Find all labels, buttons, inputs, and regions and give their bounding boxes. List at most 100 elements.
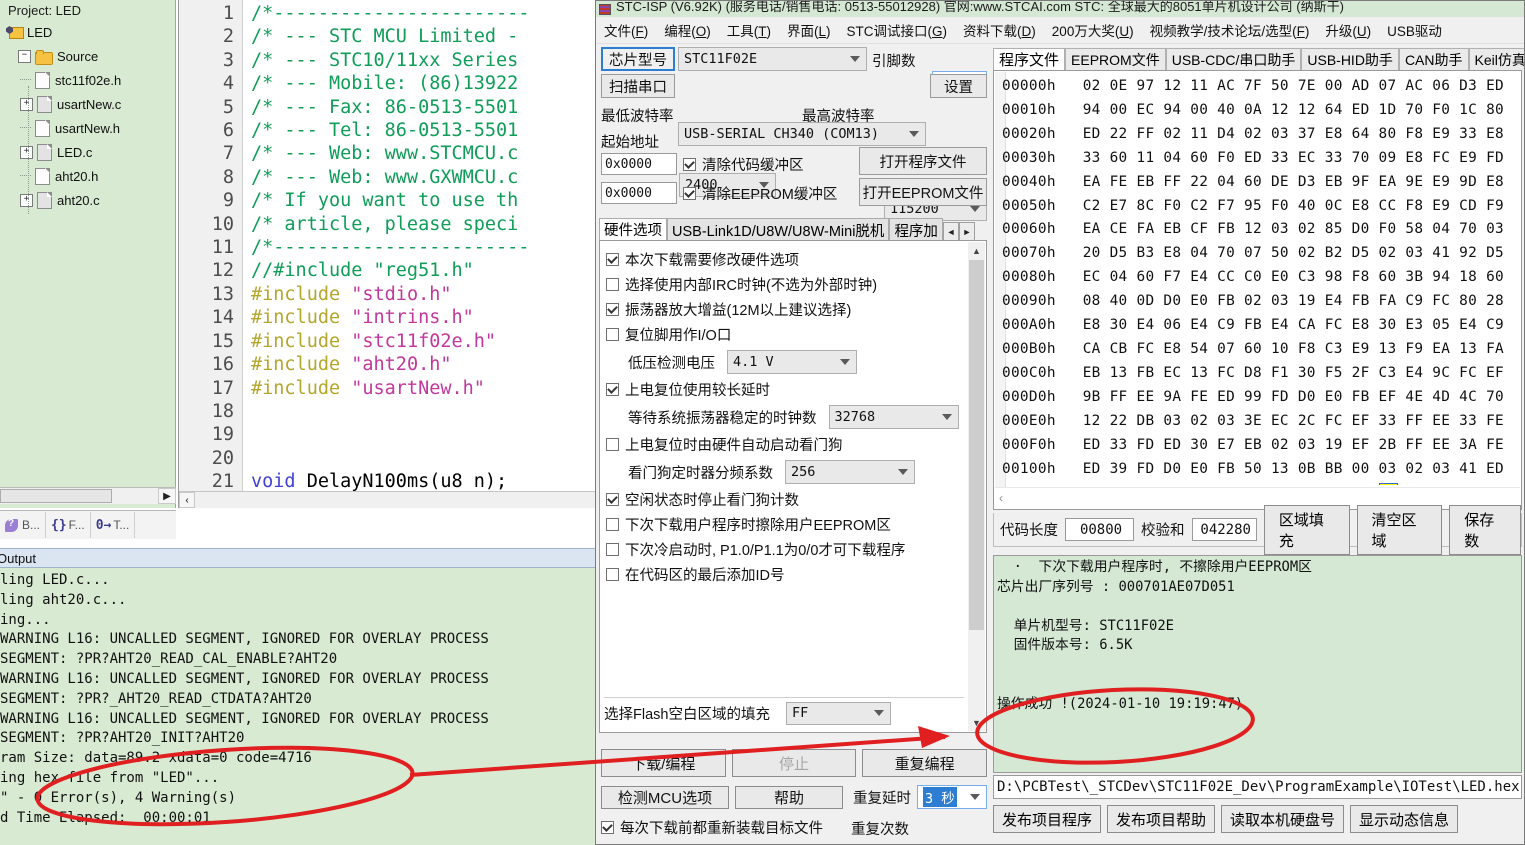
chip-model-combo[interactable]: STC11F02E [678,47,867,71]
project-tab[interactable]: {} F... [46,512,91,538]
hex-row[interactable]: 00060h EA CE FA EB CF FB 12 03 02 85 D0 … [1002,218,1519,242]
hex-bytes[interactable]: EA FE EB FF 22 04 60 DE D3 EB 9F EA 9E E… [1083,174,1504,190]
hex-bytes[interactable]: ED 39 FD D0 E0 FB 50 13 0B BB 00 03 02 0… [1083,461,1504,477]
hex-row[interactable]: 00030h 33 60 11 04 60 F0 ED 33 EC 33 70 … [1002,147,1519,171]
hex-row[interactable]: 000C0h EB 13 FB EC 13 FC D8 F1 30 F5 2F … [1002,362,1519,386]
checkbox-icon[interactable] [683,187,696,200]
hex-row[interactable]: 00090h 08 40 0D D0 E0 FB 02 03 19 E4 FB … [1002,290,1519,314]
expand-icon[interactable]: + [20,193,33,207]
project-tab[interactable]: 0→ T... [91,512,136,538]
hex-row[interactable]: 00070h 20 D5 B3 E8 04 70 07 50 02 B2 D5 … [1002,242,1519,266]
hardware-option-checkbox[interactable]: 复位脚用作I/O口 [606,322,964,347]
hex-row[interactable]: 00050h C2 E7 8C F0 C2 F7 95 F0 40 0C E8 … [1002,195,1519,219]
hardware-option-combo[interactable]: 32768 [828,405,959,429]
hardware-option-checkbox[interactable]: 上电复位时由硬件自动启动看门狗 [606,432,964,457]
tree-file-item[interactable]: + aht20.c [0,188,175,212]
hex-bytes[interactable]: ED 22 FF 02 11 D4 02 03 37 E8 64 80 F8 E… [1083,126,1504,142]
tree-file-item[interactable]: usartNew.h [0,116,175,140]
hardware-option-checkbox[interactable]: 下次冷启动时, P1.0/P1.1为0/0才可下载程序 [606,537,964,562]
hex-bytes[interactable]: C2 E7 8C F0 C2 F7 95 F0 40 0C E8 CC F8 E… [1083,198,1504,214]
hex-row[interactable]: 000D0h 9B FF EE 9A FE ED 99 FD D0 E0 FB … [1002,386,1519,410]
menu-item[interactable]: 升级(U) [1317,20,1379,40]
tree-file-item[interactable]: + usartNew.c [0,92,175,116]
file-tab[interactable]: USB-HID助手 [1301,48,1399,71]
hex-row[interactable]: 00040h EA FE EB FF 22 04 60 DE D3 EB 9F … [1002,171,1519,195]
checkbox-icon[interactable] [606,438,619,451]
hex-rows[interactable]: 00000h 02 0E 97 12 11 AC 7F 50 7E 00 AD … [1002,75,1519,485]
checkbox-icon[interactable] [606,493,619,506]
hex-bytes[interactable]: 20 D5 B3 E8 04 70 07 50 02 B2 D5 02 03 4… [1083,245,1504,261]
hex-hscroll-left-arrow[interactable]: ‹ [999,491,1003,505]
checkbox-icon[interactable] [606,568,619,581]
hex-row[interactable]: 00020h ED 22 FF 02 11 D4 02 03 37 E8 64 … [1002,123,1519,147]
checkbox-icon[interactable] [606,328,619,341]
hex-bytes[interactable]: 33 60 11 04 60 F0 ED 33 EC 33 70 09 E8 F… [1083,150,1504,166]
project-hscroll-thumb[interactable] [0,489,112,503]
detect-mcu-options-button[interactable]: 检测MCU选项 [601,785,729,809]
hex-row[interactable]: 000B0h CA CB FC E8 54 07 60 10 F8 C3 E9 … [1002,338,1519,362]
hex-file-path[interactable]: D:\PCBTest\_STCDev\STC11F02E_Dev\Program… [993,775,1522,799]
help-button[interactable]: 帮助 [735,785,843,809]
clear-code-buffer-checkbox[interactable]: 清除代码缓冲区 [683,154,804,175]
hardware-option-checkbox[interactable]: 振荡器放大增益(12M以上建议选择) [606,297,964,322]
file-tab[interactable]: CAN助手 [1398,48,1469,71]
hardware-option-checkbox[interactable]: 在代码区的最后添加ID号 [606,562,964,587]
hex-bytes[interactable]: EB 13 FB EC 13 FC D8 F1 30 F5 2F C3 E4 9… [1083,365,1504,381]
footer-button[interactable]: 显示动态信息 [1350,805,1459,833]
hex-bytes[interactable]: E8 30 E4 06 E4 C9 FB E4 CA FC E8 30 E3 0… [1083,317,1504,333]
tree-file-item[interactable]: + LED.c [0,140,175,164]
footer-button[interactable]: 发布项目帮助 [1107,805,1216,833]
checkbox-icon[interactable] [606,518,619,531]
checkbox-icon[interactable] [606,543,619,556]
menu-item[interactable]: 200万大奖(U) [1044,20,1142,40]
chip-model-label[interactable]: 芯片型号 [601,47,675,71]
hardware-option-checkbox[interactable]: 选择使用内部IRC时钟(不选为外部时钟) [606,272,964,297]
checkbox-icon[interactable] [606,253,619,266]
expand-icon[interactable]: + [20,145,33,159]
file-tab[interactable]: Keil仿真 [1468,48,1524,71]
hex-bytes[interactable]: 12 22 DB 03 02 03 3E EC 2C FC EF 33 FF E… [1083,413,1504,429]
checksum-value[interactable]: 042280 [1191,518,1257,541]
project-hscroll-right-arrow[interactable]: ▶ [158,488,176,504]
menu-item[interactable]: 工具(T) [719,20,779,40]
option-tab[interactable]: USB-Link1D/U8W/U8W-Mini脱机 [667,218,890,241]
menu-item[interactable]: 文件(F) [596,20,656,40]
hex-bytes[interactable]: 94 00 EC 94 00 40 0A 12 12 64 ED 1D 70 F… [1083,102,1504,118]
reload-before-download-checkbox[interactable]: 每次下载前都重新装载目标文件 [601,817,823,838]
footer-button[interactable]: 发布项目程序 [993,805,1102,833]
hardware-option-combo[interactable]: 4.1 V [727,350,857,374]
hardware-option-checkbox[interactable]: 空闲状态时停止看门狗计数 [606,487,964,512]
footer-button[interactable]: 读取本机硬盘号 [1221,805,1345,833]
tree-item-source-group[interactable]: − Source [0,44,175,68]
options-vscrollbar[interactable]: ▲ ▼ [968,242,985,731]
code-start-address-input[interactable]: 0x0000 [601,153,677,175]
code-text[interactable]: /*----------------------- /* --- STC MCU… [251,0,600,491]
collapse-icon[interactable]: − [18,49,31,63]
project-tab[interactable]: B... [0,512,47,538]
hex-row[interactable]: 00080h EC 04 60 F7 E4 CC C0 E0 C3 98 F8 … [1002,266,1519,290]
menu-item[interactable]: STC调试接口(G) [839,20,956,40]
checkbox-icon[interactable] [606,278,619,291]
code-length-value[interactable]: 00800 [1065,518,1135,541]
menu-item[interactable]: USB驱动 [1379,20,1450,40]
port-settings-button[interactable]: 设置 [930,74,987,98]
hex-bytes[interactable]: 02 0E 97 12 11 AC 7F 50 7E 00 AD 07 AC 0… [1083,78,1504,94]
download-program-button[interactable]: 下载/编程 [601,749,726,777]
hardware-option-checkbox[interactable]: 上电复位使用较长延时 [606,377,964,402]
checkbox-icon[interactable] [606,383,619,396]
hex-bytes[interactable]: 9B FF EE 9A FE ED 99 FD D0 E0 FB EF 4E 4… [1083,389,1504,405]
code-area[interactable]: 1 2 3 4 5 6 7 8 9 10 11 12 13 14 15 16 1… [179,0,600,491]
checkbox-icon[interactable] [606,303,619,316]
fill-region-button[interactable]: 区域填充 [1263,504,1350,555]
repeat-program-button[interactable]: 重复编程 [862,749,988,777]
stop-button[interactable]: 停止 [731,749,857,777]
file-tab[interactable]: 程序文件 [993,48,1066,71]
hex-row[interactable]: 000A0h E8 30 E4 06 E4 C9 FB E4 CA FC E8 … [1002,314,1519,338]
hex-bytes[interactable]: EA CE FA EB CF FB 12 03 02 85 D0 F0 58 0… [1083,221,1504,237]
scroll-down-arrow-icon[interactable]: ▼ [968,714,985,731]
menu-item[interactable]: 界面(L) [779,20,839,40]
hex-bytes[interactable]: EC 04 60 F7 E4 CC C0 E0 C3 98 F8 60 3B 9… [1083,269,1504,285]
hardware-option-combo[interactable]: 256 [785,460,915,484]
project-hscrollbar[interactable]: ▶ [0,487,176,504]
clear-eeprom-buffer-checkbox[interactable]: 清除EEPROM缓冲区 [683,183,837,204]
